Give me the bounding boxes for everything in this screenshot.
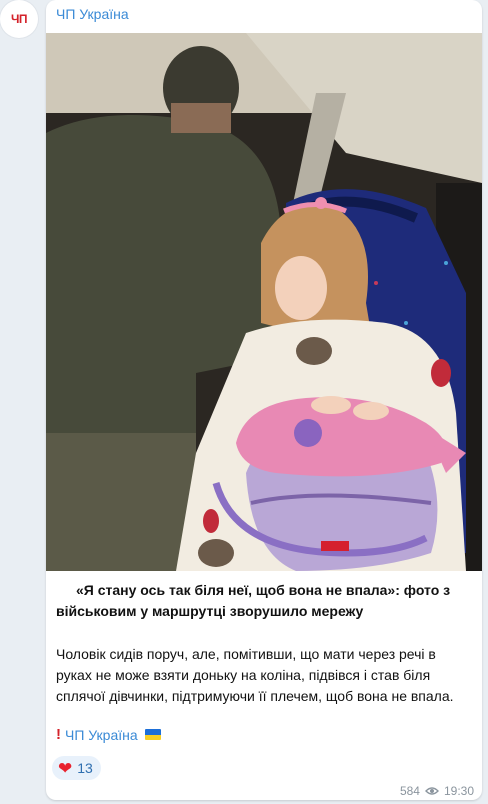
message-bubble: ЧП Україна «Я стану ось так біля неї, що… <box>46 0 482 800</box>
channel-name[interactable]: ЧП Україна <box>56 6 129 22</box>
post-headline: «Я стану ось так біля неї, щоб вона не в… <box>56 582 451 619</box>
eye-icon <box>424 787 439 795</box>
channel-logo: ЧП <box>10 12 28 26</box>
post-body: Чоловік сидів поруч, але, помітивши, що … <box>56 646 454 704</box>
post-photo[interactable] <box>46 33 482 571</box>
reaction-count: 13 <box>77 760 93 776</box>
view-count: 584 <box>399 784 420 798</box>
message-time: 19:30 <box>443 784 474 798</box>
reaction-heart-button[interactable]: ❤ 13 <box>52 756 101 780</box>
message-meta: 584 19:30 <box>400 784 474 798</box>
post-signature: ! ЧП Україна <box>56 726 161 743</box>
channel-avatar[interactable]: ЧП <box>0 0 38 38</box>
ukraine-flag-icon <box>144 729 161 740</box>
exclamation-icon: ! <box>56 726 61 743</box>
heart-icon: ❤ <box>58 758 73 778</box>
signature-channel-link[interactable]: ЧП Україна <box>65 727 138 743</box>
